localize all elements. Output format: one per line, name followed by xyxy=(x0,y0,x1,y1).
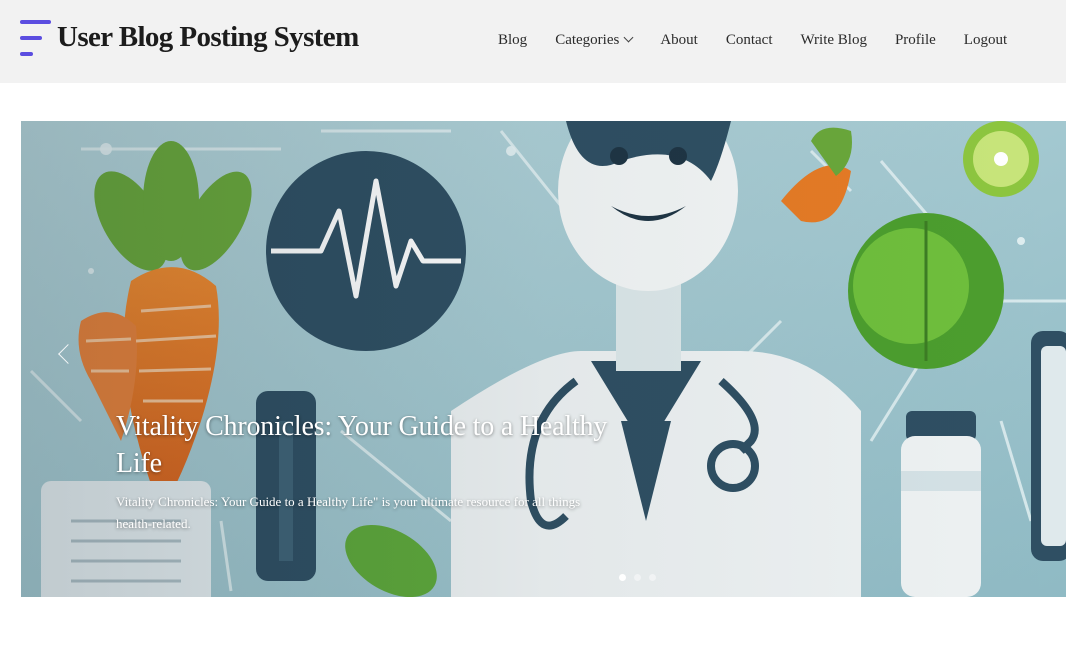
nav-item-profile[interactable]: Profile xyxy=(895,32,936,49)
main-nav: Blog Categories About Contact Write Blog… xyxy=(484,28,1021,52)
hero-description: Vitality Chronicles: Your Guide to a Hea… xyxy=(116,494,581,531)
chevron-down-icon xyxy=(623,32,634,43)
nav-label: About xyxy=(660,31,698,48)
carousel-dot-3[interactable] xyxy=(649,574,656,581)
nav-label: Contact xyxy=(725,31,773,48)
nav-label: Write Blog xyxy=(800,31,867,48)
nav-label: Blog xyxy=(498,31,528,48)
site-title[interactable]: User Blog Posting System xyxy=(57,18,359,56)
nav-label: Categories xyxy=(555,31,620,48)
nav-item-write-blog[interactable]: Write Blog xyxy=(801,32,867,49)
carousel-dot-2[interactable] xyxy=(634,574,641,581)
nav-item-blog[interactable]: Blog xyxy=(498,32,527,49)
nav-item-about[interactable]: About xyxy=(660,32,698,49)
nav-item-contact[interactable]: Contact xyxy=(726,32,773,49)
nav-item-categories[interactable]: Categories xyxy=(555,31,634,49)
nav-label: Logout xyxy=(963,31,1008,48)
hero-caption: Vitality Chronicles: Your Guide to a Hea… xyxy=(116,408,636,535)
site-header: User Blog Posting System Blog Categories… xyxy=(0,0,1066,83)
carousel-dot-1[interactable] xyxy=(619,574,626,581)
menu-logo-icon[interactable] xyxy=(20,20,52,58)
nav-item-logout[interactable]: Logout xyxy=(964,32,1007,49)
carousel-indicators xyxy=(619,574,664,581)
hero-carousel[interactable]: Vitality Chronicles: Your Guide to a Hea… xyxy=(21,121,1066,597)
hero-title[interactable]: Vitality Chronicles: Your Guide to a Hea… xyxy=(116,408,636,482)
nav-label: Profile xyxy=(894,31,936,48)
